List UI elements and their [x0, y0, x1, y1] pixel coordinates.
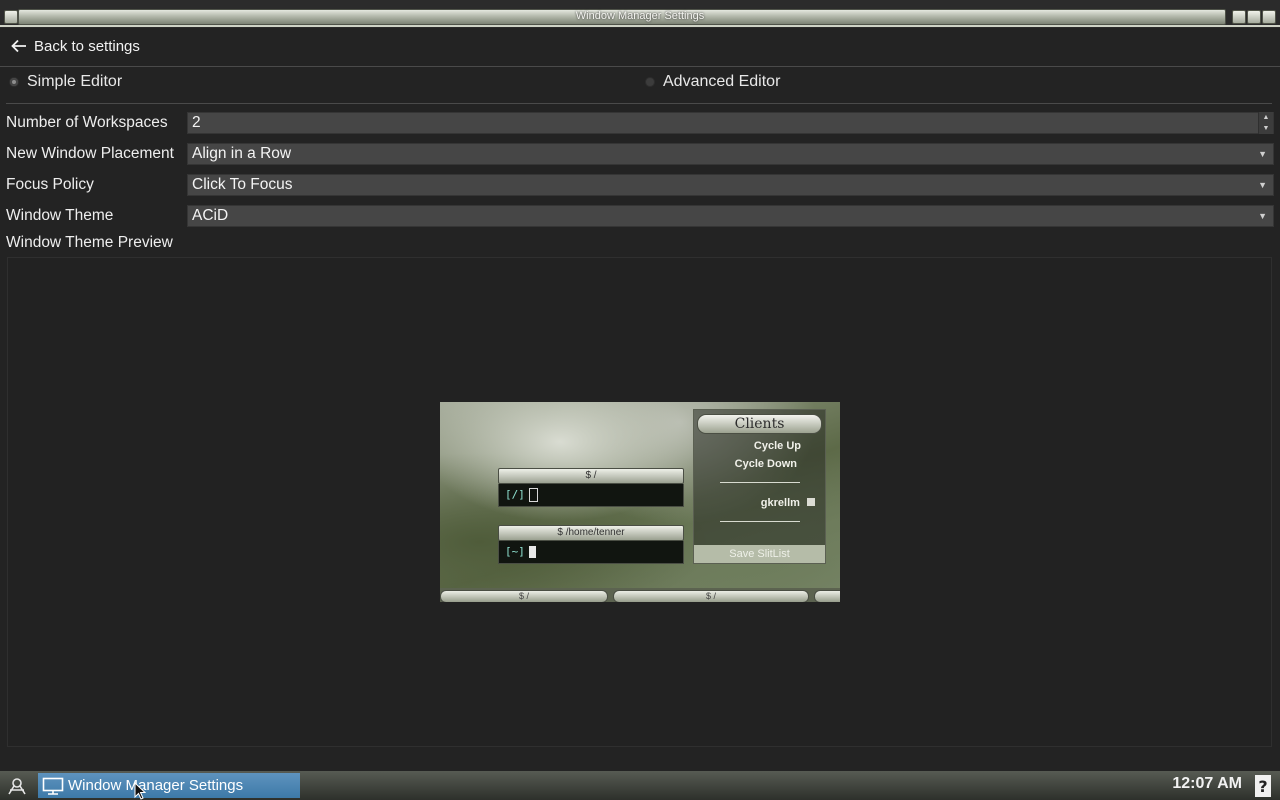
simple-editor-radio[interactable]: Simple Editor: [9, 73, 122, 91]
focus-row: Focus Policy Click To Focus ▼: [6, 174, 1274, 196]
preview-prompt-2: [~]: [505, 545, 525, 558]
divider: [6, 103, 1272, 104]
preview-terminal-1: $ / [/]: [498, 468, 684, 507]
placement-value: Align in a Row: [192, 145, 292, 162]
placement-row: New Window Placement Align in a Row ▼: [6, 143, 1274, 165]
theme-preview-image: $ / [/] $ /home/tenner [~] Clients Cycle…: [440, 402, 840, 602]
preview-menu-title: Clients: [697, 414, 822, 434]
preview-toolbar-item: $ /: [440, 590, 608, 602]
preview-menu-separator: [720, 482, 800, 483]
preview-toolbar: $ / $ /: [440, 588, 840, 602]
radio-dot-icon: [9, 77, 19, 87]
preview-menu-item: Cycle Up: [753, 440, 801, 452]
maximize-button[interactable]: [1247, 10, 1261, 24]
preview-menu-separator: [720, 521, 800, 522]
svg-text:?: ?: [1258, 777, 1267, 796]
window-titlebar[interactable]: Window Manager Settings: [0, 0, 1280, 28]
chevron-down-icon: ▼: [1258, 211, 1267, 221]
theme-preview-label: Window Theme Preview: [6, 234, 173, 251]
preview-terminal-1-title: $ /: [498, 468, 684, 484]
divider: [0, 66, 1280, 67]
preview-menu-item: Cycle Down: [734, 458, 797, 470]
workspaces-spinbox[interactable]: 2 ▲ ▼: [187, 112, 1274, 134]
theme-row: Window Theme ACiD ▼: [6, 205, 1274, 227]
preview-terminal-1-body: [/]: [498, 484, 684, 507]
help-icon[interactable]: ?: [1254, 774, 1272, 798]
theme-value: ACiD: [192, 207, 229, 224]
taskbar-window-button[interactable]: Window Manager Settings: [38, 773, 300, 798]
preview-slit-label: gkrellm: [760, 497, 800, 509]
titlebar-divider: [0, 25, 1280, 27]
preview-clients-menu: Clients Cycle Up Cycle Down gkrellm Save…: [693, 409, 826, 564]
theme-label: Window Theme: [6, 207, 114, 224]
preview-terminal-2: $ /home/tenner [~]: [498, 525, 684, 564]
preview-toolbar-item: [814, 590, 840, 602]
preview-slit-item: gkrellm: [694, 497, 825, 509]
advanced-editor-label: Advanced Editor: [663, 73, 781, 90]
window-theme-select[interactable]: ACiD ▼: [187, 205, 1274, 227]
chevron-down-icon: ▼: [1258, 180, 1267, 190]
clock: 12:07 AM: [1172, 775, 1242, 792]
spin-buttons[interactable]: ▲ ▼: [1258, 112, 1273, 134]
preview-prompt-1: [/]: [505, 488, 525, 501]
preview-menu-footer: Save SlitList: [694, 545, 825, 563]
mouse-pointer-icon: [134, 782, 146, 800]
advanced-editor-radio[interactable]: Advanced Editor: [645, 73, 780, 91]
focus-policy-select[interactable]: Click To Focus ▼: [187, 174, 1274, 196]
taskbar-window-label: Window Manager Settings: [68, 777, 244, 794]
placement-label: New Window Placement: [6, 145, 174, 162]
arrow-left-icon: [11, 39, 26, 53]
text-cursor-icon: [528, 546, 536, 558]
taskbar: Window Manager Settings 12:07 AM ?: [0, 771, 1280, 800]
window-title: Window Manager Settings: [575, 10, 705, 22]
text-cursor-icon: [528, 488, 538, 502]
app-menu-icon[interactable]: [6, 775, 28, 797]
focus-label: Focus Policy: [6, 176, 94, 193]
preview-toolbar-item: $ /: [613, 590, 809, 602]
preview-terminal-2-body: [~]: [498, 541, 684, 564]
focus-value: Click To Focus: [192, 176, 293, 193]
back-label: Back to settings: [34, 37, 140, 55]
checkbox-icon: [807, 498, 815, 506]
radio-dot-icon: [645, 77, 655, 87]
minimize-button[interactable]: [1232, 10, 1246, 24]
close-button[interactable]: [1262, 10, 1276, 24]
preview-terminal-2-title: $ /home/tenner: [498, 525, 684, 541]
workspaces-row: Number of Workspaces 2 ▲ ▼: [6, 112, 1274, 134]
spin-up-icon[interactable]: ▲: [1259, 112, 1273, 123]
simple-editor-label: Simple Editor: [27, 73, 123, 90]
monitor-icon: [42, 777, 64, 795]
workspaces-label: Number of Workspaces: [6, 114, 168, 131]
placement-select[interactable]: Align in a Row ▼: [187, 143, 1274, 165]
workspaces-value: 2: [192, 114, 201, 131]
spin-down-icon[interactable]: ▼: [1259, 123, 1273, 134]
back-to-settings-button[interactable]: Back to settings: [10, 35, 140, 57]
chevron-down-icon: ▼: [1258, 149, 1267, 159]
